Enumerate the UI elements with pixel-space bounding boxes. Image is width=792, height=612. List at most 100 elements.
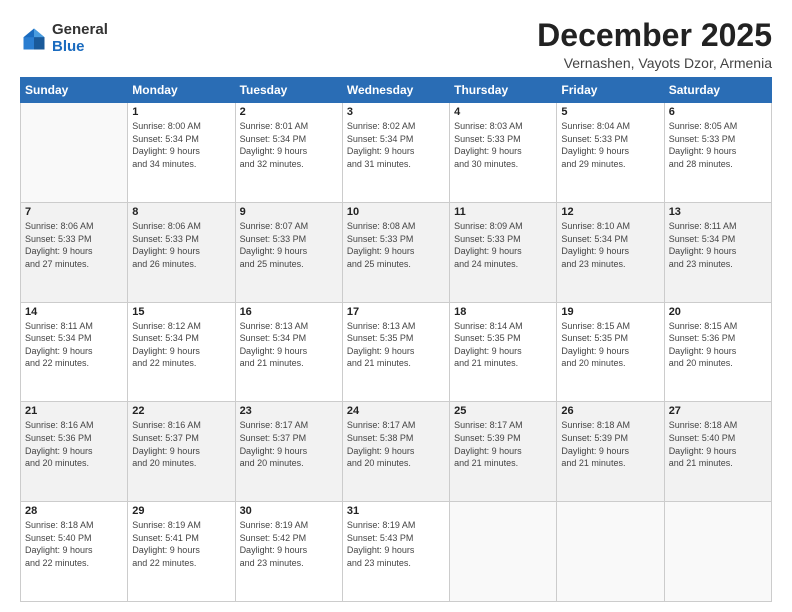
day-number: 29 — [132, 505, 230, 517]
day-number: 16 — [240, 306, 338, 318]
table-row: 25 Sunrise: 8:17 AM Sunset: 5:39 PM Dayli… — [450, 402, 557, 502]
logo-text: General Blue — [52, 22, 108, 55]
day-info: Sunrise: 8:05 AM Sunset: 5:33 PM Dayligh… — [669, 120, 767, 170]
table-row: 17Sunrise: 8:13 AM Sunset: 5:35 PM Dayli… — [342, 302, 449, 402]
day-info: Sunrise: 8:08 AM Sunset: 5:33 PM Dayligh… — [347, 220, 445, 270]
title-block: December 2025 Vernashen, Vayots Dzor, Ar… — [537, 18, 772, 71]
table-row: 26 Sunrise: 8:18 AM Sunset: 5:39 PM Dayli… — [557, 402, 664, 502]
table-row: 2Sunrise: 8:01 AM Sunset: 5:34 PM Daylig… — [235, 103, 342, 203]
table-row — [21, 103, 128, 203]
col-saturday: Saturday — [664, 78, 771, 103]
day-number: 21 — [25, 405, 123, 417]
day-info: Sunrise: 8:16 AM Sunset: 5:36 PM Dayligh… — [25, 419, 123, 469]
table-row: 5Sunrise: 8:04 AM Sunset: 5:33 PM Daylig… — [557, 103, 664, 203]
table-row: 7Sunrise: 8:06 AM Sunset: 5:33 PM Daylig… — [21, 202, 128, 302]
day-number: 22 — [132, 405, 230, 417]
day-info: Sunrise: 8:19 AM Sunset: 5:42 PM Dayligh… — [240, 519, 338, 569]
table-row — [664, 502, 771, 602]
day-number: 15 — [132, 306, 230, 318]
table-row: 21 Sunrise: 8:16 AM Sunset: 5:36 PM Dayli… — [21, 402, 128, 502]
table-row: 27Sunrise: 8:18 AM Sunset: 5:40 PM Dayli… — [664, 402, 771, 502]
logo-blue-text: Blue — [52, 39, 108, 56]
day-info: Sunrise: 8:17 AM Sunset: 5:39 PM Dayligh… — [454, 419, 552, 469]
day-info: Sunrise: 8:13 AM Sunset: 5:34 PM Dayligh… — [240, 320, 338, 370]
table-row: 12 Sunrise: 8:10 AM Sunset: 5:34 PM Dayli… — [557, 202, 664, 302]
day-number: 30 — [240, 505, 338, 517]
calendar-week-row: 21 Sunrise: 8:16 AM Sunset: 5:36 PM Dayli… — [21, 402, 772, 502]
day-number: 13 — [669, 206, 767, 218]
day-info: Sunrise: 8:15 AM Sunset: 5:36 PM Dayligh… — [669, 320, 767, 370]
day-number: 20 — [669, 306, 767, 318]
day-info: Sunrise: 8:13 AM Sunset: 5:35 PM Dayligh… — [347, 320, 445, 370]
day-info: Sunrise: 8:01 AM Sunset: 5:34 PM Dayligh… — [240, 120, 338, 170]
day-number: 9 — [240, 206, 338, 218]
col-tuesday: Tuesday — [235, 78, 342, 103]
day-info: Sunrise: 8:12 AM Sunset: 5:34 PM Dayligh… — [132, 320, 230, 370]
day-number: 10 — [347, 206, 445, 218]
header: General Blue December 2025 Vernashen, Va… — [20, 18, 772, 71]
day-info: Sunrise: 8:09 AM Sunset: 5:33 PM Dayligh… — [454, 220, 552, 270]
day-info: Sunrise: 8:19 AM Sunset: 5:41 PM Dayligh… — [132, 519, 230, 569]
day-info: Sunrise: 8:00 AM Sunset: 5:34 PM Dayligh… — [132, 120, 230, 170]
table-row: 18 Sunrise: 8:14 AM Sunset: 5:35 PM Dayli… — [450, 302, 557, 402]
col-monday: Monday — [128, 78, 235, 103]
table-row: 6 Sunrise: 8:05 AM Sunset: 5:33 PM Daylig… — [664, 103, 771, 203]
table-row — [450, 502, 557, 602]
table-row: 1 Sunrise: 8:00 AM Sunset: 5:34 PM Daylig… — [128, 103, 235, 203]
table-row: 3Sunrise: 8:02 AM Sunset: 5:34 PM Daylig… — [342, 103, 449, 203]
table-row: 16 Sunrise: 8:13 AM Sunset: 5:34 PM Dayli… — [235, 302, 342, 402]
day-info: Sunrise: 8:03 AM Sunset: 5:33 PM Dayligh… — [454, 120, 552, 170]
col-wednesday: Wednesday — [342, 78, 449, 103]
day-number: 12 — [561, 206, 659, 218]
day-number: 11 — [454, 206, 552, 218]
table-row: 28 Sunrise: 8:18 AM Sunset: 5:40 PM Dayli… — [21, 502, 128, 602]
day-number: 31 — [347, 505, 445, 517]
day-number: 26 — [561, 405, 659, 417]
table-row: 19Sunrise: 8:15 AM Sunset: 5:35 PM Dayli… — [557, 302, 664, 402]
logo-icon — [20, 25, 48, 53]
calendar-week-row: 28 Sunrise: 8:18 AM Sunset: 5:40 PM Dayli… — [21, 502, 772, 602]
table-row: 14Sunrise: 8:11 AM Sunset: 5:34 PM Dayli… — [21, 302, 128, 402]
day-number: 4 — [454, 106, 552, 118]
day-info: Sunrise: 8:11 AM Sunset: 5:34 PM Dayligh… — [25, 320, 123, 370]
day-number: 23 — [240, 405, 338, 417]
calendar-week-row: 1 Sunrise: 8:00 AM Sunset: 5:34 PM Daylig… — [21, 103, 772, 203]
day-number: 28 — [25, 505, 123, 517]
col-friday: Friday — [557, 78, 664, 103]
day-info: Sunrise: 8:04 AM Sunset: 5:33 PM Dayligh… — [561, 120, 659, 170]
table-row: 23 Sunrise: 8:17 AM Sunset: 5:37 PM Dayli… — [235, 402, 342, 502]
table-row: 10 Sunrise: 8:08 AM Sunset: 5:33 PM Dayli… — [342, 202, 449, 302]
day-info: Sunrise: 8:18 AM Sunset: 5:39 PM Dayligh… — [561, 419, 659, 469]
table-row: 13 Sunrise: 8:11 AM Sunset: 5:34 PM Dayli… — [664, 202, 771, 302]
day-info: Sunrise: 8:15 AM Sunset: 5:35 PM Dayligh… — [561, 320, 659, 370]
day-info: Sunrise: 8:14 AM Sunset: 5:35 PM Dayligh… — [454, 320, 552, 370]
day-number: 25 — [454, 405, 552, 417]
day-number: 7 — [25, 206, 123, 218]
table-row: 4 Sunrise: 8:03 AM Sunset: 5:33 PM Daylig… — [450, 103, 557, 203]
calendar-week-row: 14Sunrise: 8:11 AM Sunset: 5:34 PM Dayli… — [21, 302, 772, 402]
table-row: 9Sunrise: 8:07 AM Sunset: 5:33 PM Daylig… — [235, 202, 342, 302]
day-info: Sunrise: 8:18 AM Sunset: 5:40 PM Dayligh… — [669, 419, 767, 469]
calendar-header-row: Sunday Monday Tuesday Wednesday Thursday… — [21, 78, 772, 103]
table-row: 11 Sunrise: 8:09 AM Sunset: 5:33 PM Dayli… — [450, 202, 557, 302]
day-number: 1 — [132, 106, 230, 118]
calendar-table: Sunday Monday Tuesday Wednesday Thursday… — [20, 77, 772, 602]
day-info: Sunrise: 8:17 AM Sunset: 5:37 PM Dayligh… — [240, 419, 338, 469]
table-row: 24Sunrise: 8:17 AM Sunset: 5:38 PM Dayli… — [342, 402, 449, 502]
logo: General Blue — [20, 22, 108, 55]
day-number: 18 — [454, 306, 552, 318]
table-row: 8Sunrise: 8:06 AM Sunset: 5:33 PM Daylig… — [128, 202, 235, 302]
day-info: Sunrise: 8:18 AM Sunset: 5:40 PM Dayligh… — [25, 519, 123, 569]
page: General Blue December 2025 Vernashen, Va… — [0, 0, 792, 612]
day-number: 24 — [347, 405, 445, 417]
month-title: December 2025 — [537, 18, 772, 53]
logo-general-text: General — [52, 22, 108, 39]
day-info: Sunrise: 8:16 AM Sunset: 5:37 PM Dayligh… — [132, 419, 230, 469]
location: Vernashen, Vayots Dzor, Armenia — [537, 55, 772, 71]
day-info: Sunrise: 8:10 AM Sunset: 5:34 PM Dayligh… — [561, 220, 659, 270]
table-row — [557, 502, 664, 602]
col-thursday: Thursday — [450, 78, 557, 103]
calendar-week-row: 7Sunrise: 8:06 AM Sunset: 5:33 PM Daylig… — [21, 202, 772, 302]
day-number: 6 — [669, 106, 767, 118]
day-info: Sunrise: 8:11 AM Sunset: 5:34 PM Dayligh… — [669, 220, 767, 270]
